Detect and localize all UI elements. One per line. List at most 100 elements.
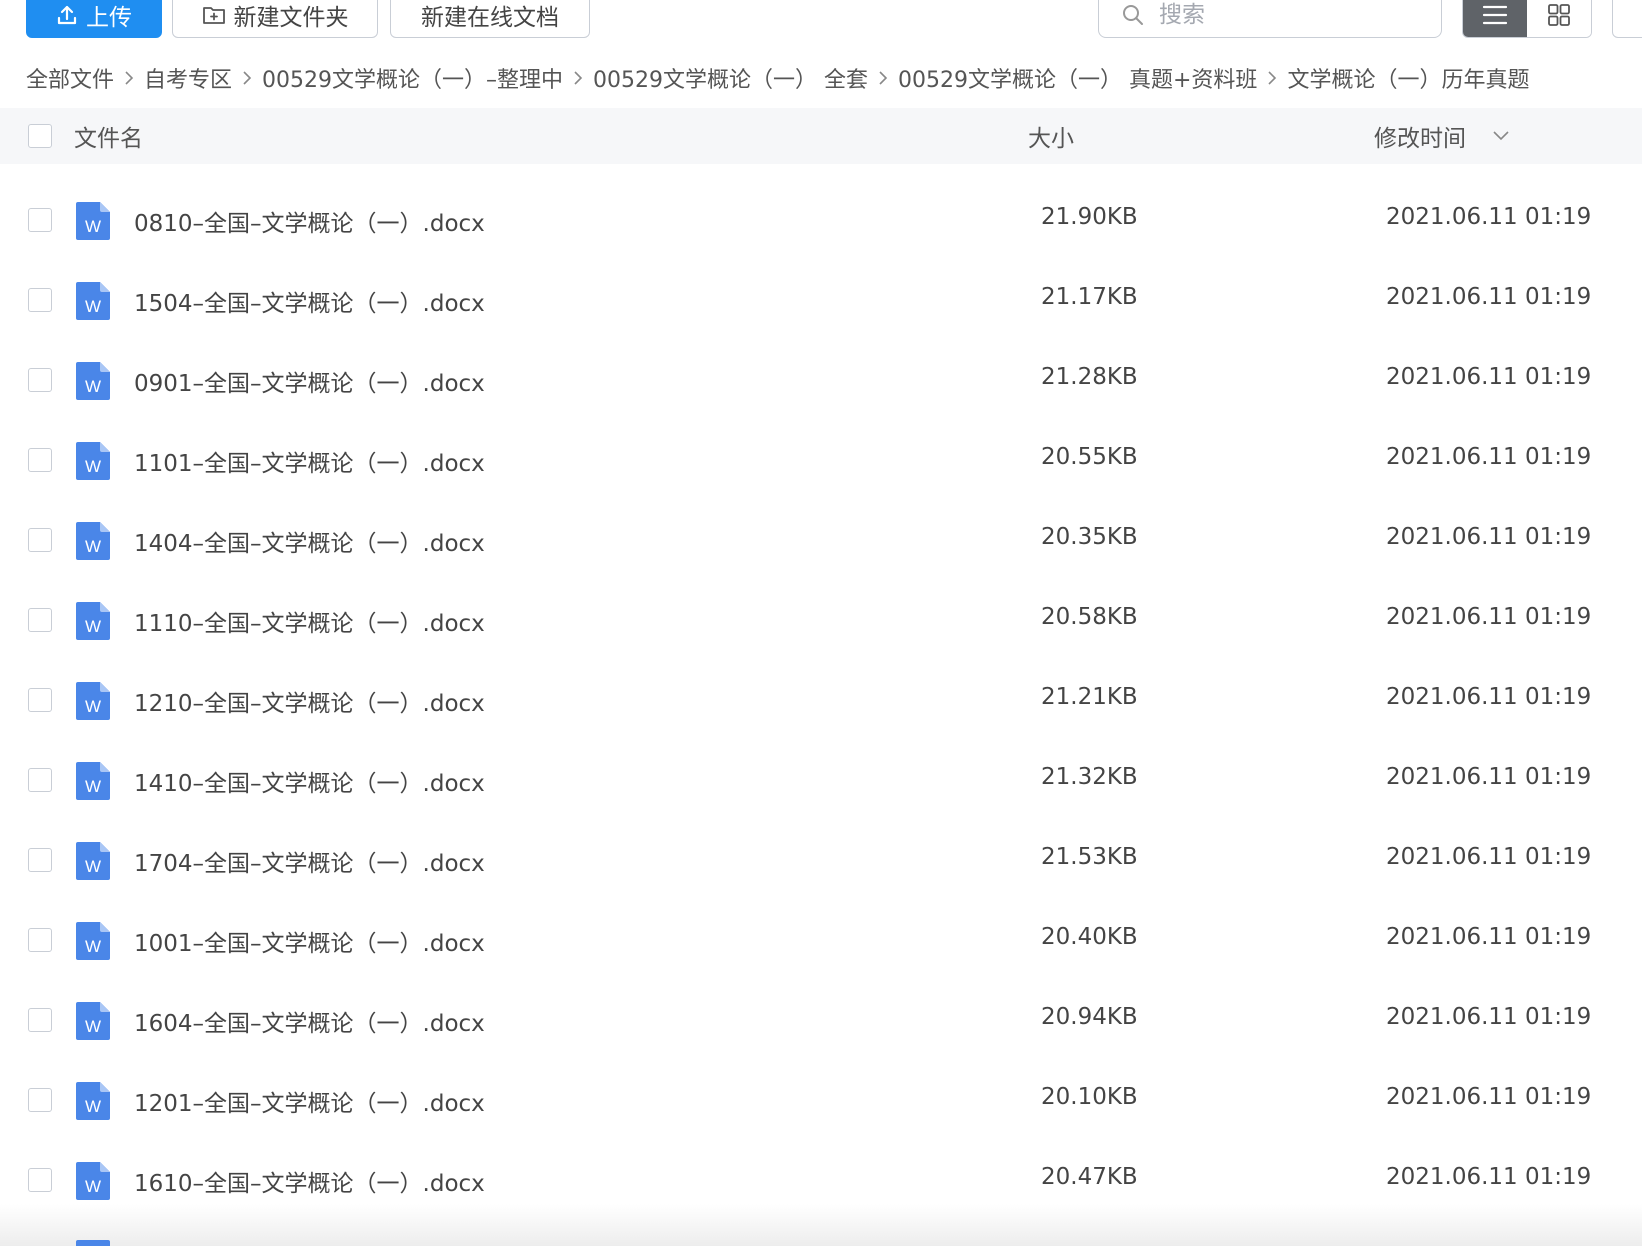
- svg-text:W: W: [85, 217, 101, 236]
- row-checkbox[interactable]: [28, 448, 52, 472]
- file-modified: 2021.06.11 01:19: [1386, 684, 1592, 710]
- upload-icon: [57, 5, 77, 25]
- file-name[interactable]: 1201–全国–文学概论（一）.docx: [134, 1084, 485, 1118]
- new-online-doc-button-label: 新建在线文档: [421, 5, 559, 31]
- file-size: 20.40KB: [1041, 924, 1138, 950]
- grid-view-icon: [1548, 4, 1570, 26]
- folder-plus-icon: [202, 7, 225, 24]
- new-folder-button[interactable]: 新建文件夹: [172, 0, 378, 38]
- table-row[interactable]: W 1210–全国–文学概论（一）.docx 21.21KB 2021.06.1…: [0, 660, 1642, 740]
- table-row[interactable]: W 1704–全国–文学概论（一）.docx 21.53KB 2021.06.1…: [0, 820, 1642, 900]
- breadcrumb-item[interactable]: 自考专区: [144, 62, 232, 94]
- column-header-name[interactable]: 文件名: [74, 119, 143, 153]
- row-checkbox[interactable]: [28, 608, 52, 632]
- breadcrumb-item[interactable]: 全部文件: [26, 62, 114, 94]
- file-name[interactable]: 1001–全国–文学概论（一）.docx: [134, 924, 485, 958]
- file-modified: 2021.06.11 01:19: [1386, 1084, 1592, 1110]
- word-doc-icon: W: [76, 842, 110, 880]
- list-view-icon: [1482, 5, 1508, 25]
- file-name[interactable]: 1210–全国–文学概论（一）.docx: [134, 684, 485, 718]
- svg-text:W: W: [85, 537, 101, 556]
- word-doc-icon: W: [76, 442, 110, 480]
- file-name[interactable]: 1604–全国–文学概论（一）.docx: [134, 1004, 485, 1038]
- table-row[interactable]: W 1110–全国–文学概论（一）.docx 20.58KB 2021.06.1…: [0, 580, 1642, 660]
- grid-view-button[interactable]: [1527, 0, 1591, 37]
- svg-text:W: W: [85, 377, 101, 396]
- row-checkbox[interactable]: [28, 768, 52, 792]
- row-checkbox[interactable]: [28, 1168, 52, 1192]
- select-all-checkbox[interactable]: [28, 124, 52, 148]
- file-modified: 2021.06.11 01:19: [1386, 524, 1592, 550]
- row-checkbox[interactable]: [28, 928, 52, 952]
- more-button[interactable]: [1612, 0, 1642, 38]
- word-doc-icon: W: [76, 1082, 110, 1120]
- row-checkbox[interactable]: [28, 848, 52, 872]
- file-name[interactable]: 1410–全国–文学概论（一）.docx: [134, 764, 485, 798]
- file-modified: 2021.06.11 01:19: [1386, 844, 1592, 870]
- row-checkbox[interactable]: [28, 208, 52, 232]
- chevron-right-icon: [1267, 70, 1277, 86]
- search-input[interactable]: [1159, 2, 1419, 28]
- file-size: 21.32KB: [1041, 764, 1138, 790]
- word-doc-icon: W: [76, 922, 110, 960]
- word-doc-icon: W: [76, 362, 110, 400]
- file-size: 20.47KB: [1041, 1164, 1138, 1190]
- row-checkbox[interactable]: [28, 1008, 52, 1032]
- file-size: 21.28KB: [1041, 364, 1138, 390]
- file-size: 20.35KB: [1041, 524, 1138, 550]
- word-doc-icon: W: [76, 1162, 110, 1200]
- file-size: 21.53KB: [1041, 844, 1138, 870]
- chevron-down-icon[interactable]: [1492, 130, 1510, 142]
- row-checkbox[interactable]: [28, 528, 52, 552]
- file-name[interactable]: 1101–全国–文学概论（一）.docx: [134, 444, 485, 478]
- file-name[interactable]: 1704–全国–文学概论（一）.docx: [134, 844, 485, 878]
- svg-text:W: W: [85, 617, 101, 636]
- table-row[interactable]: W 1101–全国–文学概论（一）.docx 20.55KB 2021.06.1…: [0, 420, 1642, 500]
- row-checkbox[interactable]: [28, 1088, 52, 1112]
- svg-text:W: W: [85, 297, 101, 316]
- upload-button[interactable]: 上传: [26, 0, 162, 38]
- file-name[interactable]: 1404–全国–文学概论（一）.docx: [134, 524, 485, 558]
- breadcrumb-item[interactable]: 00529文学概论（一） 全套: [593, 62, 868, 94]
- file-modified: 2021.06.11 01:19: [1386, 204, 1592, 230]
- table-row[interactable]: W 1604–全国–文学概论（一）.docx 20.94KB 2021.06.1…: [0, 980, 1642, 1060]
- row-checkbox[interactable]: [28, 288, 52, 312]
- chevron-right-icon: [242, 70, 252, 86]
- word-doc-icon: W: [76, 682, 110, 720]
- search-icon: [1123, 5, 1143, 25]
- list-view-button[interactable]: [1463, 0, 1527, 37]
- column-header-size[interactable]: 大小: [1028, 119, 1074, 153]
- row-checkbox[interactable]: [28, 688, 52, 712]
- svg-text:W: W: [85, 1097, 101, 1116]
- word-doc-icon: W: [76, 602, 110, 640]
- file-size: 20.94KB: [1041, 1004, 1138, 1030]
- table-row[interactable]: W 1404–全国–文学概论（一）.docx 20.35KB 2021.06.1…: [0, 500, 1642, 580]
- toolbar: 上传 新建文件夹 新建在线文档: [0, 0, 1642, 54]
- file-size: 20.55KB: [1041, 444, 1138, 470]
- file-name[interactable]: 1610–全国–文学概论（一）.docx: [134, 1164, 485, 1198]
- table-row[interactable]: W 0810–全国–文学概论（一）.docx 21.90KB 2021.06.1…: [0, 180, 1642, 260]
- chevron-right-icon: [124, 70, 134, 86]
- table-row[interactable]: W 1001–全国–文学概论（一）.docx 20.40KB 2021.06.1…: [0, 900, 1642, 980]
- column-header-modified[interactable]: 修改时间: [1374, 119, 1510, 153]
- table-row[interactable]: W 1201–全国–文学概论（一）.docx 20.10KB 2021.06.1…: [0, 1060, 1642, 1140]
- table-row[interactable]: W 1504–全国–文学概论（一）.docx 21.17KB 2021.06.1…: [0, 260, 1642, 340]
- table-row[interactable]: W 0901–全国–文学概论（一）.docx 21.28KB 2021.06.1…: [0, 340, 1642, 420]
- file-modified: 2021.06.11 01:19: [1386, 604, 1592, 630]
- file-name[interactable]: 1110–全国–文学概论（一）.docx: [134, 604, 485, 638]
- svg-text:W: W: [85, 1177, 101, 1196]
- file-name[interactable]: 0810–全国–文学概论（一）.docx: [134, 204, 485, 238]
- file-name[interactable]: 1504–全国–文学概论（一）.docx: [134, 284, 485, 318]
- table-row[interactable]: W 1410–全国–文学概论（一）.docx 21.32KB 2021.06.1…: [0, 740, 1642, 820]
- file-modified: 2021.06.11 01:19: [1386, 764, 1592, 790]
- word-doc-icon: [76, 1240, 110, 1246]
- search-box[interactable]: [1098, 0, 1442, 38]
- svg-text:W: W: [85, 1017, 101, 1036]
- new-online-doc-button[interactable]: 新建在线文档: [390, 0, 590, 38]
- breadcrumb-item[interactable]: 00529文学概论（一） 真题+资料班: [898, 62, 1257, 94]
- row-checkbox[interactable]: [28, 368, 52, 392]
- breadcrumb-item[interactable]: 00529文学概论（一）–整理中: [262, 62, 563, 94]
- file-name[interactable]: 0901–全国–文学概论（一）.docx: [134, 364, 485, 398]
- upload-button-label: 上传: [86, 5, 132, 31]
- file-modified: 2021.06.11 01:19: [1386, 444, 1592, 470]
